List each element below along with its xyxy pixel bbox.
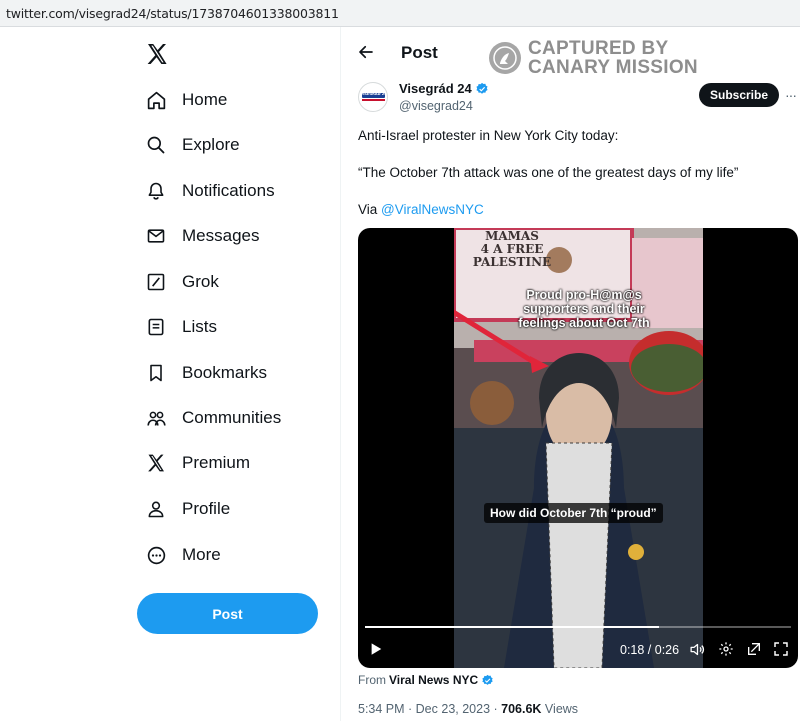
sidebar-item-label: Profile — [182, 499, 231, 518]
video-caption-top: Proud pro-H@m@s supporters and their fee… — [518, 288, 650, 330]
search-icon — [145, 134, 167, 156]
sidebar-item-label: Home — [182, 90, 228, 109]
video-sign-text: MAMAS 4 A FREE PALESTINE — [472, 229, 552, 269]
play-icon[interactable] — [368, 640, 384, 658]
author-handle[interactable]: @visegrad24 — [399, 99, 473, 113]
avatar[interactable]: VISEGRÁD 24 — [358, 82, 388, 112]
sidebar-item-premium[interactable]: Premium — [145, 448, 250, 478]
sidebar-item-grok[interactable]: Grok — [145, 267, 219, 297]
sidebar-item-label: Lists — [182, 317, 217, 336]
browser-url-bar[interactable]: twitter.com/visegrad24/status/1738704601… — [0, 0, 800, 27]
people-icon — [145, 407, 167, 429]
url-text[interactable]: twitter.com/visegrad24/status/1738704601… — [6, 6, 339, 21]
list-icon — [145, 316, 167, 338]
watermark-line-1: CAPTURED BY — [528, 38, 669, 59]
x-logo-icon[interactable] — [145, 42, 169, 66]
more-circle-icon — [145, 544, 167, 566]
via-link[interactable]: @ViralNewsNYC — [381, 202, 484, 217]
subscribe-button[interactable]: Subscribe — [699, 83, 779, 107]
tweet-via: Via @ViralNewsNYC — [358, 202, 484, 217]
avatar-text: VISEGRÁD 24 — [360, 92, 387, 96]
pop-out-icon[interactable] — [745, 640, 763, 658]
fullscreen-icon[interactable] — [772, 640, 790, 658]
verified-badge-icon — [481, 674, 494, 687]
sidebar-item-lists[interactable]: Lists — [145, 312, 217, 342]
watermark: CAPTURED BY CANARY MISSION — [488, 39, 698, 77]
sidebar-item-label: Messages — [182, 226, 260, 245]
more-options-icon[interactable]: ··· — [785, 87, 797, 103]
video-progress-bar[interactable] — [365, 626, 791, 628]
views-count: 706.6K — [501, 702, 542, 716]
sidebar-item-label: Grok — [182, 272, 219, 291]
source-name[interactable]: Viral News NYC — [389, 673, 478, 687]
sidebar-item-label: More — [182, 545, 221, 564]
video-time: 0:18 / 0:26 — [620, 643, 680, 657]
verified-badge-icon — [475, 82, 489, 96]
author-name[interactable]: Visegrád 24 — [399, 81, 489, 96]
sidebar-item-label: Explore — [182, 135, 240, 154]
source-prefix: From — [358, 673, 386, 687]
page-title: Post — [401, 43, 438, 62]
video-player[interactable]: MAMAS 4 A FREE PALESTINE Proud pro-H@m@s… — [358, 228, 798, 668]
bell-icon — [145, 180, 167, 202]
sidebar-item-label: Notifications — [182, 181, 275, 200]
sidebar-item-home[interactable]: Home — [145, 85, 227, 115]
post-meta: 5:34 PM · Dec 23, 2023 · 706.6K Views — [358, 702, 578, 716]
home-icon — [145, 89, 167, 111]
envelope-icon — [145, 225, 167, 247]
canary-logo-icon — [488, 41, 522, 75]
sidebar-item-label: Premium — [182, 453, 251, 472]
sidebar-item-more[interactable]: More — [145, 540, 221, 570]
video-source: From Viral News NYC — [358, 673, 494, 687]
back-arrow-icon[interactable] — [357, 43, 375, 61]
bookmark-icon — [145, 362, 167, 384]
sidebar-item-messages[interactable]: Messages — [145, 221, 259, 251]
tweet-text-line-2: “The October 7th attack was one of the g… — [358, 165, 739, 180]
author-name-text: Visegrád 24 — [399, 81, 472, 96]
post-column: Post CAPTURED BY CANARY MISSION VISEGRÁD… — [341, 27, 800, 721]
video-frame: MAMAS 4 A FREE PALESTINE Proud pro-H@m@s… — [454, 228, 703, 668]
sidebar-item-label: Communities — [182, 408, 282, 427]
sidebar-item-notifications[interactable]: Notifications — [145, 176, 275, 206]
sidebar-item-label: Bookmarks — [182, 363, 268, 382]
video-caption-bottom: How did October 7th “proud” — [484, 503, 663, 523]
volume-icon[interactable] — [688, 640, 706, 658]
grok-icon — [145, 271, 167, 293]
via-prefix: Via — [358, 202, 382, 217]
settings-gear-icon[interactable] — [717, 640, 735, 658]
tweet-text-line-1: Anti-Israel protester in New York City t… — [358, 128, 619, 143]
video-progress-fill — [365, 626, 659, 628]
watermark-line-2: CANARY MISSION — [528, 57, 698, 78]
sidebar: Home Explore Notifications Messages Grok… — [0, 27, 340, 721]
sidebar-item-communities[interactable]: Communities — [145, 403, 281, 433]
post-button[interactable]: Post — [137, 593, 318, 634]
x-logo-icon — [145, 452, 167, 474]
sidebar-item-explore[interactable]: Explore — [145, 130, 240, 160]
post-timestamp[interactable]: 5:34 PM · Dec 23, 2023 · — [358, 702, 501, 716]
person-icon — [145, 498, 167, 520]
sidebar-item-bookmarks[interactable]: Bookmarks — [145, 358, 267, 388]
sidebar-item-profile[interactable]: Profile — [145, 494, 230, 524]
views-label: Views — [541, 702, 579, 716]
